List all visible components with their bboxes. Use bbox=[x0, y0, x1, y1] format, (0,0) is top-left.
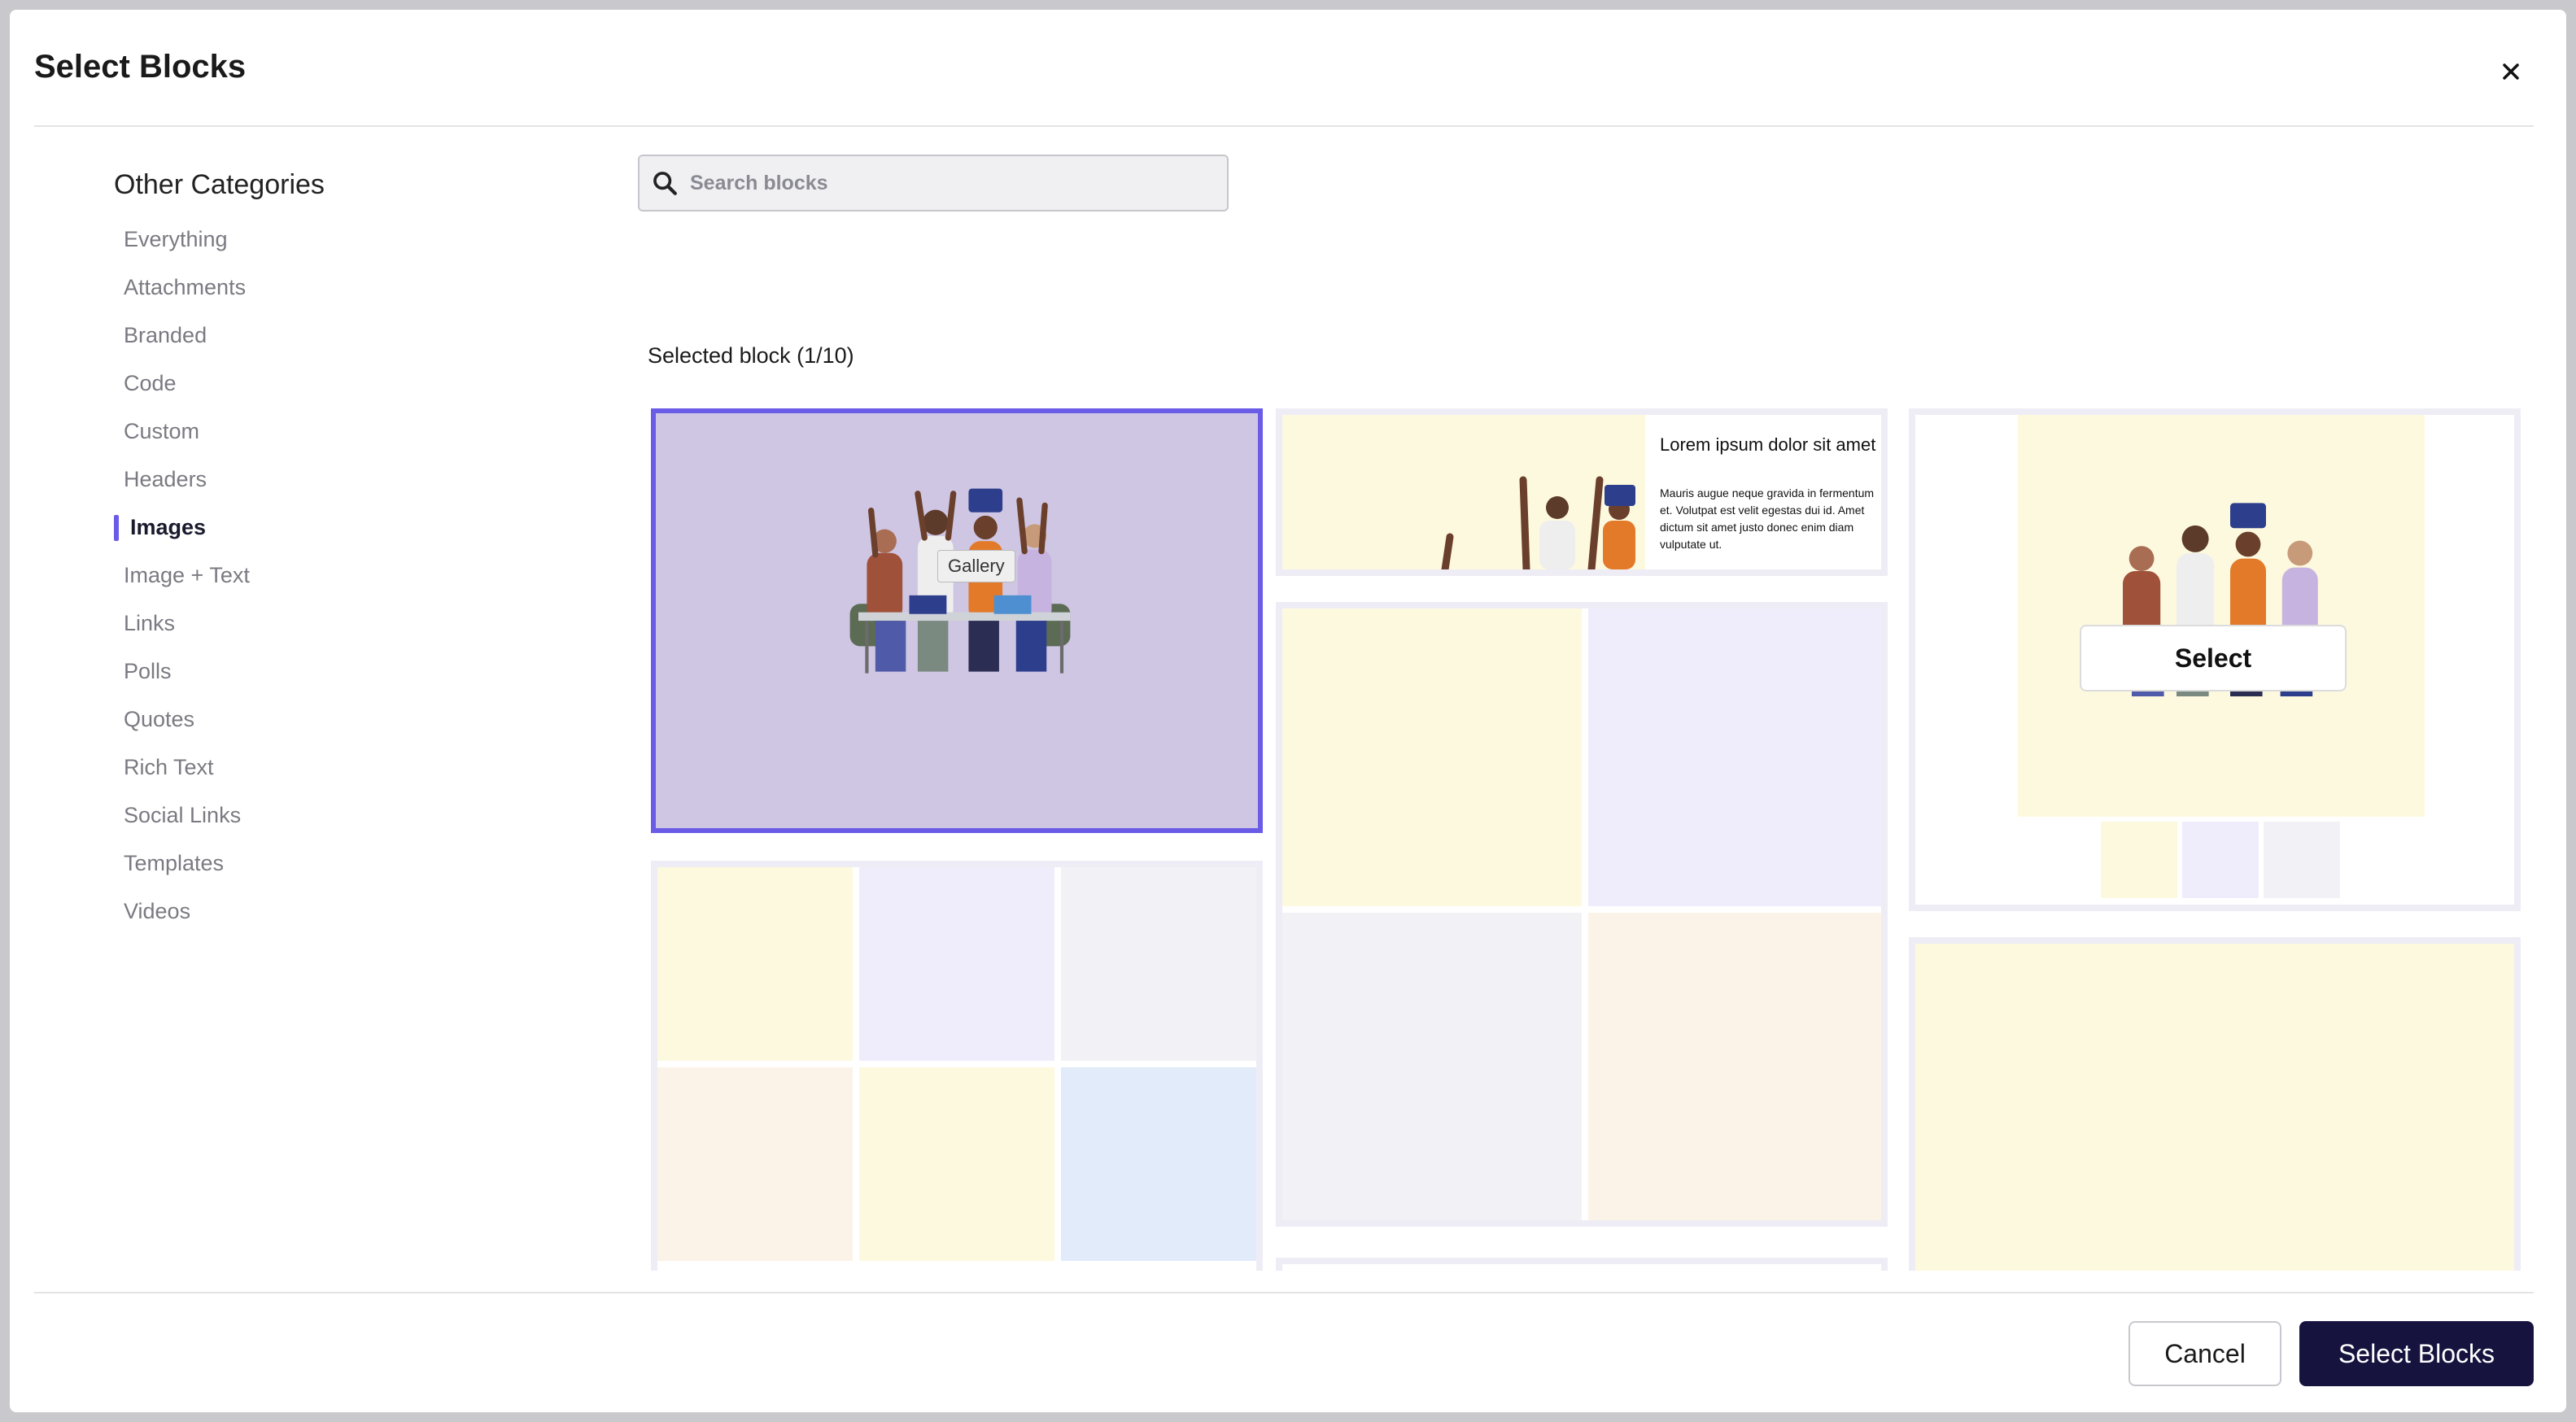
modal-footer: Cancel Select Blocks bbox=[34, 1292, 2534, 1412]
close-button[interactable] bbox=[2488, 49, 2534, 94]
grid-image bbox=[1588, 913, 1881, 1220]
block-card-partial[interactable] bbox=[1276, 1258, 1888, 1271]
select-block-button[interactable]: Select bbox=[2080, 625, 2347, 691]
category-everything[interactable]: Everything bbox=[114, 216, 537, 264]
block-card-grid-3col[interactable] bbox=[651, 861, 1263, 1271]
category-branded[interactable]: Branded bbox=[114, 312, 537, 360]
sidebar-heading: Other Categories bbox=[114, 169, 325, 200]
select-blocks-button[interactable]: Select Blocks bbox=[2299, 1321, 2534, 1386]
carousel-thumb-1[interactable] bbox=[2101, 822, 2177, 898]
select-blocks-modal: Select Blocks Other Categories Everythin… bbox=[10, 10, 2566, 1412]
grid-image bbox=[859, 1067, 1054, 1261]
grid-image bbox=[1588, 608, 1881, 906]
search-input[interactable] bbox=[690, 171, 1211, 195]
category-image-text[interactable]: Image + Text bbox=[114, 552, 537, 600]
cancel-button[interactable]: Cancel bbox=[2128, 1321, 2281, 1386]
category-custom[interactable]: Custom bbox=[114, 408, 537, 456]
grid-image bbox=[1061, 1067, 1256, 1261]
block-card-gallery-selected[interactable]: Gallery bbox=[651, 408, 1263, 833]
category-rich-text[interactable]: Rich Text bbox=[114, 744, 537, 792]
text-card-title: Lorem ipsum dolor sit amet bbox=[1660, 434, 1876, 455]
category-links[interactable]: Links bbox=[114, 600, 537, 648]
grid-image bbox=[859, 867, 1054, 1061]
single-image bbox=[1915, 944, 2514, 1271]
block-gallery: Gallery Lorem ipsum dolor sit amet Mauri… bbox=[633, 392, 2553, 1271]
modal-title: Select Blocks bbox=[34, 49, 247, 85]
block-card-grid-2col[interactable] bbox=[1276, 602, 1888, 1227]
category-templates[interactable]: Templates bbox=[114, 840, 537, 888]
category-headers[interactable]: Headers bbox=[114, 456, 537, 504]
category-videos[interactable]: Videos bbox=[114, 888, 537, 936]
carousel-thumb-2[interactable] bbox=[2182, 822, 2259, 898]
grid-image bbox=[657, 867, 853, 1061]
grid-image bbox=[1282, 913, 1582, 1220]
category-quotes[interactable]: Quotes bbox=[114, 696, 537, 744]
category-social-links[interactable]: Social Links bbox=[114, 792, 537, 840]
people-cheering-illustration bbox=[1441, 476, 1635, 569]
category-attachments[interactable]: Attachments bbox=[114, 264, 537, 312]
modal-header: Select Blocks bbox=[34, 10, 2534, 127]
category-polls[interactable]: Polls bbox=[114, 648, 537, 696]
gallery-tooltip: Gallery bbox=[937, 550, 1015, 582]
block-card-carousel[interactable]: Select bbox=[1909, 408, 2521, 911]
grid-image bbox=[657, 1067, 853, 1261]
category-images[interactable]: Images bbox=[114, 504, 537, 552]
search-icon bbox=[653, 172, 677, 195]
carousel-thumb-3[interactable] bbox=[2264, 822, 2340, 898]
selected-count-label: Selected block (1/10) bbox=[648, 343, 854, 368]
block-thumbnail bbox=[1282, 415, 1645, 569]
block-card-image-text[interactable]: Lorem ipsum dolor sit amet Mauris augue … bbox=[1276, 408, 1888, 576]
text-card-body: Mauris augue neque gravida in fermentum … bbox=[1660, 486, 1875, 551]
search-box[interactable] bbox=[638, 155, 1229, 212]
block-card-single-image[interactable] bbox=[1909, 937, 2521, 1271]
grid-image bbox=[1061, 867, 1256, 1061]
close-icon bbox=[2503, 63, 2519, 80]
category-sidebar: Other Categories Everything Attachments … bbox=[114, 169, 537, 936]
carousel-main-image bbox=[2018, 415, 2425, 817]
category-code[interactable]: Code bbox=[114, 360, 537, 408]
grid-image bbox=[1282, 608, 1582, 906]
